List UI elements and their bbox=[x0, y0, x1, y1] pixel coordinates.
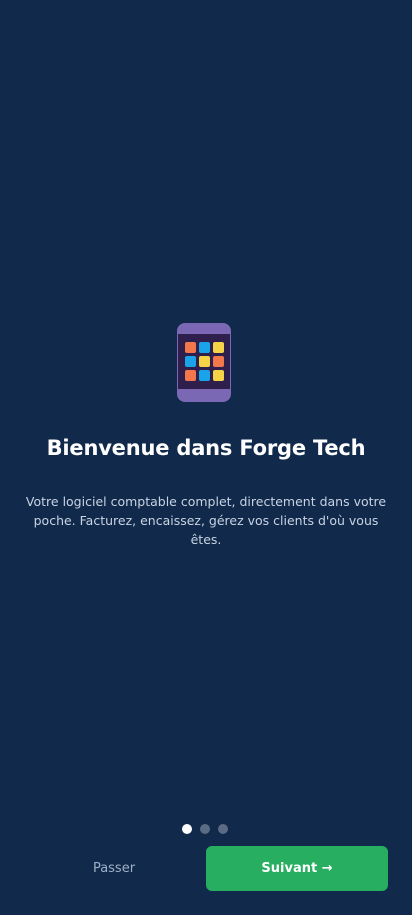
pagination-dot-3[interactable] bbox=[218, 824, 228, 834]
app-tile bbox=[185, 342, 196, 353]
app-tile bbox=[199, 356, 210, 367]
onboarding-title: Bienvenue dans Forge Tech bbox=[46, 436, 366, 460]
app-grid bbox=[185, 342, 225, 382]
onboarding-screen: Bienvenue dans Forge Tech Votre logiciel… bbox=[0, 0, 412, 915]
app-tile bbox=[185, 356, 196, 367]
pagination-dot-2[interactable] bbox=[200, 824, 210, 834]
app-tile bbox=[199, 342, 210, 353]
onboarding-description: Votre logiciel comptable complet, direct… bbox=[25, 494, 387, 547]
next-button[interactable]: Suivant → bbox=[206, 846, 388, 891]
app-tile bbox=[213, 356, 224, 367]
app-tile bbox=[213, 342, 224, 353]
phone-body bbox=[177, 323, 231, 402]
phone-screen bbox=[178, 334, 230, 389]
skip-button[interactable]: Passer bbox=[66, 848, 162, 890]
pagination-dot-1[interactable] bbox=[182, 824, 192, 834]
app-tile bbox=[185, 370, 196, 381]
app-tile bbox=[213, 370, 224, 381]
pagination-dots bbox=[182, 824, 228, 834]
mobile-phone-icon bbox=[177, 323, 233, 403]
app-tile bbox=[199, 370, 210, 381]
